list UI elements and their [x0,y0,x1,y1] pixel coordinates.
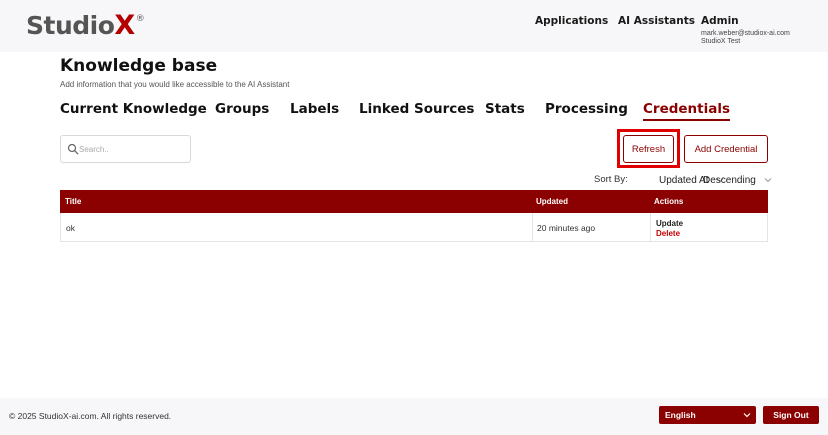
sort-field-value: Updated At [659,174,709,186]
top-header: StudioX® Applications AI Assistants Admi… [0,0,828,52]
nav-applications[interactable]: Applications [535,15,608,27]
update-action-link[interactable]: Update [656,219,683,228]
user-menu[interactable]: Admin mark.weber@studiox-ai.com StudioX … [701,15,790,45]
column-header-actions: Actions [654,197,684,206]
tab-labels[interactable]: Labels [290,101,339,117]
column-divider [532,213,533,241]
column-header-title[interactable]: Title [65,197,81,206]
column-header-updated[interactable]: Updated [536,197,568,206]
logo-registered-mark: ® [135,14,145,24]
delete-action-link[interactable]: Delete [656,229,680,238]
sort-label: Sort By: [594,174,628,185]
logo-text: Studio [26,11,115,40]
sort-direction-select[interactable]: Descending [703,172,772,188]
tab-credentials[interactable]: Credentials [643,101,731,121]
sort-direction-value: Descending [703,174,756,186]
user-email: mark.weber@studiox-ai.com [701,30,790,37]
sign-out-button[interactable]: Sign Out [763,406,819,424]
chevron-down-icon [743,413,751,418]
tab-stats[interactable]: Stats [485,101,525,117]
credentials-table: Title Updated Actions ok 20 minutes ago … [60,190,768,242]
cell-updated: 20 minutes ago [537,223,596,233]
column-divider [650,213,651,241]
table-header: Title Updated Actions [60,190,768,213]
logo-x: X [114,10,135,41]
tab-linked-sources[interactable]: Linked Sources [359,101,474,117]
language-select[interactable]: English [659,406,756,424]
tab-processing[interactable]: Processing [545,101,628,117]
page-footer: © 2025 StudioX-ai.com. All rights reserv… [0,398,828,435]
copyright-text: © 2025 StudioX-ai.com. All rights reserv… [9,411,172,421]
search-input[interactable] [79,140,187,158]
chevron-down-icon [764,178,772,183]
studiox-logo[interactable]: StudioX® [26,10,145,41]
refresh-button[interactable]: Refresh [623,135,674,163]
search-icon [67,143,79,155]
search-box[interactable] [60,135,191,163]
page-subtitle: Add information that you would like acce… [60,80,290,89]
page-title: Knowledge base [60,56,218,76]
nav-ai-assistants[interactable]: AI Assistants [618,15,695,27]
user-name: Admin [701,15,739,27]
cell-title: ok [66,223,75,233]
table-row[interactable]: ok 20 minutes ago Update Delete [60,213,768,242]
user-org: StudioX Test [701,38,741,45]
tab-groups[interactable]: Groups [215,101,269,117]
language-value: English [665,410,696,420]
add-credential-button[interactable]: Add Credential [684,135,768,163]
tab-current-knowledge[interactable]: Current Knowledge [60,101,207,117]
